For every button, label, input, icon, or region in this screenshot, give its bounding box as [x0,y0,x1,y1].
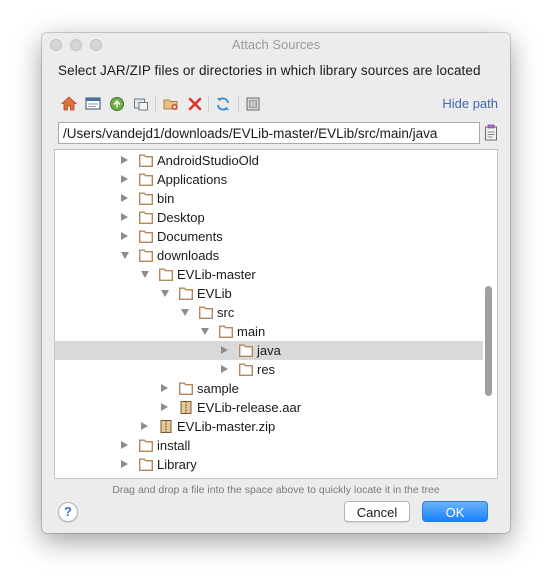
instruction-text: Select JAR/ZIP files or directories in w… [58,63,481,78]
folder-icon [139,249,153,262]
collapse-arrow-icon[interactable] [161,290,169,297]
project-icon[interactable] [108,95,126,113]
window-title: Attach Sources [231,37,321,52]
expand-arrow-icon[interactable] [141,422,148,430]
module-icon[interactable] [132,95,150,113]
file-tree[interactable]: AndroidStudioOld Applications bin Desktop Do… [54,149,498,479]
tree-item-label: sample [197,381,239,396]
new-folder-icon[interactable] [162,95,180,113]
tree-item[interactable]: Desktop [55,208,483,227]
expand-arrow-icon[interactable] [221,346,228,354]
delete-icon[interactable] [186,95,204,113]
toolbar-separator [208,96,209,112]
tree-item-label: EVLib-release.aar [197,400,302,415]
refresh-icon[interactable] [214,95,232,113]
show-hidden-icon[interactable] [244,95,262,113]
collapse-arrow-icon[interactable] [141,271,149,278]
tree-item[interactable]: java [55,341,483,360]
hide-path-link[interactable]: Hide path [442,96,498,111]
expand-arrow-icon[interactable] [161,403,168,411]
expand-arrow-icon[interactable] [161,384,168,392]
tree-item-label: Desktop [157,210,205,225]
tree-item[interactable]: Library [55,455,483,474]
tree-item-label: EVLib-master [177,267,256,282]
folder-icon [139,230,153,243]
tree-item[interactable]: EVLib [55,284,483,303]
tree-item-label: EVLib-master.zip [177,419,276,434]
folder-icon [139,192,153,205]
cancel-button[interactable]: Cancel [344,501,410,522]
folder-icon [219,325,233,338]
expand-arrow-icon[interactable] [121,232,128,240]
path-input[interactable] [59,123,479,143]
tree-item[interactable]: bin [55,189,483,208]
collapse-arrow-icon[interactable] [201,328,209,335]
tree-item[interactable]: sample [55,379,483,398]
tree-item[interactable]: EVLib-master [55,265,483,284]
tree-item[interactable]: src [55,303,483,322]
folder-icon [199,306,213,319]
tree-item[interactable]: main [55,322,483,341]
tree-item-label: bin [157,191,175,206]
tree-item[interactable]: install [55,436,483,455]
tree-item-label: AndroidStudioOld [157,153,259,168]
tree-item-label: EVLib [197,286,232,301]
tree-item-label: Applications [157,172,228,187]
toolbar-separator [155,96,156,112]
toolbar: Hide path [58,93,498,115]
folder-icon [159,268,173,281]
archive-icon [179,401,193,414]
folder-icon [239,363,253,376]
folder-icon [139,439,153,452]
tree-item-label: src [217,305,235,320]
expand-arrow-icon[interactable] [121,213,128,221]
tree-item-label: res [257,362,276,377]
folder-icon [239,344,253,357]
archive-icon [159,420,173,433]
expand-arrow-icon[interactable] [121,156,128,164]
help-button[interactable]: ? [58,502,78,522]
tree-item-label: downloads [157,248,220,263]
tree-item-label: install [157,438,191,453]
folder-icon [139,154,153,167]
attach-sources-dialog: Attach Sources Select JAR/ZIP files or d… [42,33,510,533]
expand-arrow-icon[interactable] [121,175,128,183]
tree-item[interactable]: EVLib-master.zip [55,417,483,436]
tree-item-label: java [257,343,281,358]
tree-item-label: Library [157,457,197,472]
folder-icon [179,287,193,300]
tree-item[interactable]: EVLib-release.aar [55,398,483,417]
collapse-arrow-icon[interactable] [121,252,129,259]
path-field[interactable] [58,122,480,144]
expand-arrow-icon[interactable] [121,194,128,202]
tree-item[interactable]: Documents [55,227,483,246]
title-bar: Attach Sources [42,33,510,57]
toolbar-separator [238,96,239,112]
home-icon[interactable] [60,95,78,113]
tree-item[interactable]: Applications [55,170,483,189]
tree-item-label: Documents [157,229,223,244]
folder-icon [179,382,193,395]
desktop-icon[interactable] [84,95,102,113]
tree-item[interactable]: downloads [55,246,483,265]
tree-item[interactable]: AndroidStudioOld [55,151,483,170]
vertical-scrollbar[interactable] [485,286,492,396]
path-history-icon[interactable] [484,124,498,142]
folder-icon [139,458,153,471]
tree-item-label: main [237,324,266,339]
expand-arrow-icon[interactable] [221,365,228,373]
expand-arrow-icon[interactable] [121,460,128,468]
tree-item[interactable]: res [55,360,483,379]
folder-icon [139,173,153,186]
drag-drop-hint: Drag and drop a file into the space abov… [112,484,440,496]
folder-icon [139,211,153,224]
ok-button[interactable]: OK [422,501,488,522]
expand-arrow-icon[interactable] [121,441,128,449]
collapse-arrow-icon[interactable] [181,309,189,316]
